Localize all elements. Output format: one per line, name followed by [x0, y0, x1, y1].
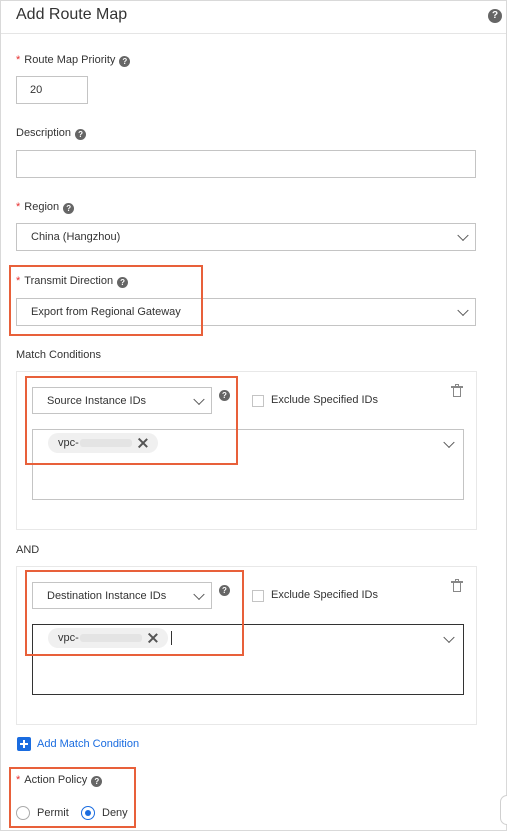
direction-label-text: Transmit Direction — [24, 275, 114, 287]
action-policy-label-text: Action Policy — [24, 774, 88, 786]
chevron-down-icon — [443, 631, 455, 644]
question-circle-icon[interactable]: ? — [119, 56, 131, 67]
close-icon[interactable] — [137, 437, 149, 449]
instance-id-tag: vpc- — [48, 433, 158, 453]
exclude-ids-checkbox[interactable] — [252, 395, 264, 407]
instance-id-tag: vpc- — [48, 628, 168, 648]
tag-prefix: vpc- — [58, 632, 79, 644]
trash-icon[interactable] — [451, 384, 463, 397]
direction-select-value: Export from Regional Gateway — [31, 306, 181, 318]
priority-input[interactable]: 20 — [16, 76, 88, 104]
required-mark: * — [16, 275, 21, 287]
question-circle-icon[interactable]: ? — [63, 203, 75, 214]
chevron-down-icon — [193, 588, 205, 600]
description-label: Description? — [16, 127, 87, 140]
deny-radio[interactable] — [81, 806, 95, 820]
trash-icon[interactable] — [451, 579, 463, 592]
description-input[interactable] — [16, 150, 476, 178]
question-circle-icon[interactable]: ? — [488, 9, 502, 23]
header-divider — [1, 33, 506, 34]
exclude-ids-label: Exclude Specified IDs — [271, 589, 378, 601]
region-label: * Region? — [16, 201, 75, 214]
region-label-text: Region — [24, 201, 60, 213]
priority-label-text: Route Map Priority — [24, 54, 116, 66]
question-circle-icon[interactable]: ? — [219, 390, 230, 401]
close-icon[interactable] — [147, 632, 159, 644]
match-conditions-label: Match Conditions — [16, 349, 101, 361]
direction-select[interactable]: Export from Regional Gateway — [16, 298, 476, 326]
add-match-condition-link[interactable]: Add Match Condition — [37, 738, 139, 750]
required-mark: * — [16, 201, 21, 213]
exclude-ids-label: Exclude Specified IDs — [271, 394, 378, 406]
question-circle-icon[interactable]: ? — [91, 776, 103, 787]
priority-input-value: 20 — [30, 84, 43, 96]
scroll-handle[interactable] — [500, 795, 507, 825]
chevron-down-icon — [457, 304, 469, 317]
and-joiner: AND — [16, 544, 40, 556]
question-circle-icon[interactable]: ? — [75, 129, 87, 140]
question-circle-icon[interactable]: ? — [117, 277, 129, 288]
condition-type-value: Destination Instance IDs — [47, 589, 167, 602]
region-select[interactable]: China (Hangzhou) — [16, 223, 476, 251]
condition-type-select[interactable]: Source Instance IDs — [32, 387, 212, 414]
action-policy-label: * Action Policy? — [16, 774, 103, 787]
text-caret — [171, 631, 172, 645]
condition-type-value: Source Instance IDs — [47, 394, 147, 407]
required-mark: * — [16, 774, 21, 786]
direction-label: * Transmit Direction? — [16, 275, 129, 288]
chevron-down-icon — [443, 436, 455, 449]
permit-label: Permit — [37, 807, 69, 819]
panel-title: Add Route Map — [16, 6, 128, 23]
priority-label: * Route Map Priority? — [16, 54, 131, 67]
tag-prefix: vpc- — [58, 437, 79, 449]
question-circle-icon[interactable]: ? — [219, 585, 230, 596]
permit-radio[interactable] — [16, 806, 30, 820]
redacted-id — [79, 634, 142, 642]
condition-type-select[interactable]: Destination Instance IDs — [32, 582, 212, 609]
chevron-down-icon — [457, 229, 469, 242]
description-label-text: Description — [16, 127, 72, 139]
exclude-ids-checkbox[interactable] — [252, 590, 264, 602]
deny-label: Deny — [102, 807, 128, 819]
region-select-value: China (Hangzhou) — [31, 231, 121, 243]
redacted-id — [79, 439, 132, 447]
chevron-down-icon — [193, 393, 205, 405]
required-mark: * — [16, 54, 21, 66]
plus-icon[interactable] — [17, 737, 31, 751]
